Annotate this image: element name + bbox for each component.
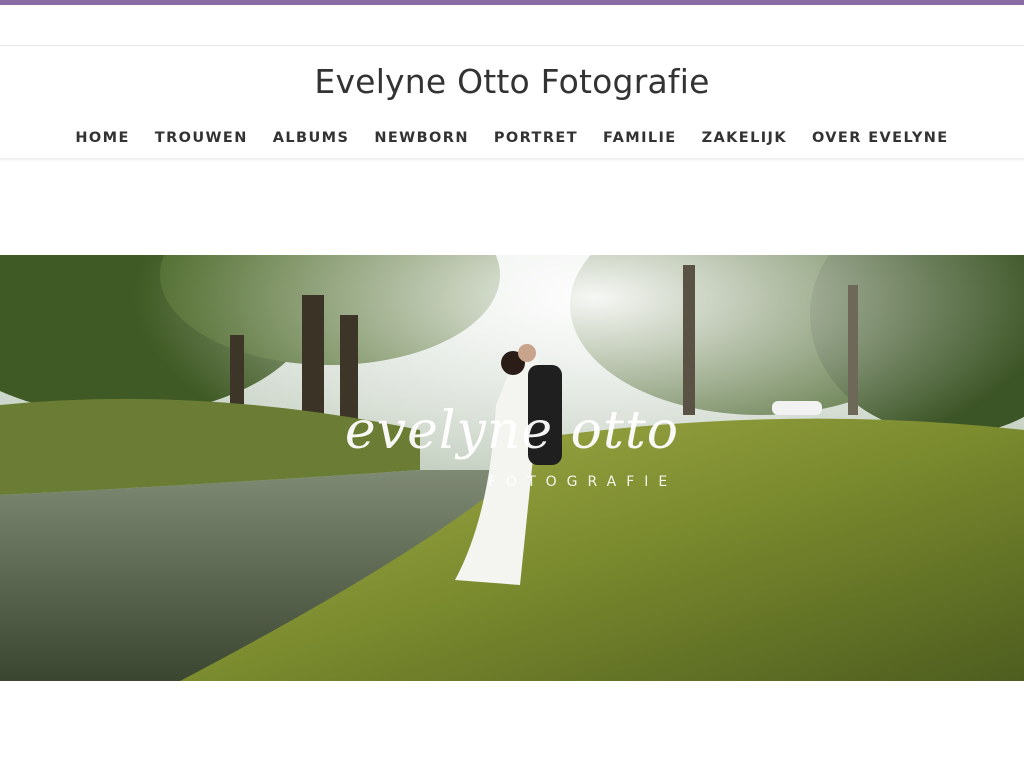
hero-banner-image <box>0 255 1024 681</box>
header-divider <box>0 45 1024 46</box>
nav-item-zakelijk[interactable]: ZAKELIJK <box>702 129 787 147</box>
hero-logo-script: evelyne otto <box>344 401 680 461</box>
nav-item-over-evelyne[interactable]: OVER EVELYNE <box>812 129 949 147</box>
nav-item-trouwen[interactable]: TROUWEN <box>155 129 248 147</box>
hero-logo-subtitle: FOTOGRAFIE <box>488 474 678 490</box>
site-title[interactable]: Evelyne Otto Fotografie <box>0 62 1024 101</box>
main-navigation: HOME TROUWEN ALBUMS NEWBORN PORTRET FAMI… <box>0 129 1024 147</box>
nav-item-familie[interactable]: FAMILIE <box>603 129 677 147</box>
nav-item-newborn[interactable]: NEWBORN <box>374 129 469 147</box>
nav-item-albums[interactable]: ALBUMS <box>273 129 350 147</box>
nav-item-home[interactable]: HOME <box>75 129 129 147</box>
hero-photo-wedding-couple <box>0 255 1024 681</box>
header-shadow <box>0 158 1024 162</box>
nav-item-portret[interactable]: PORTRET <box>494 129 578 147</box>
top-accent-bar <box>0 0 1024 5</box>
